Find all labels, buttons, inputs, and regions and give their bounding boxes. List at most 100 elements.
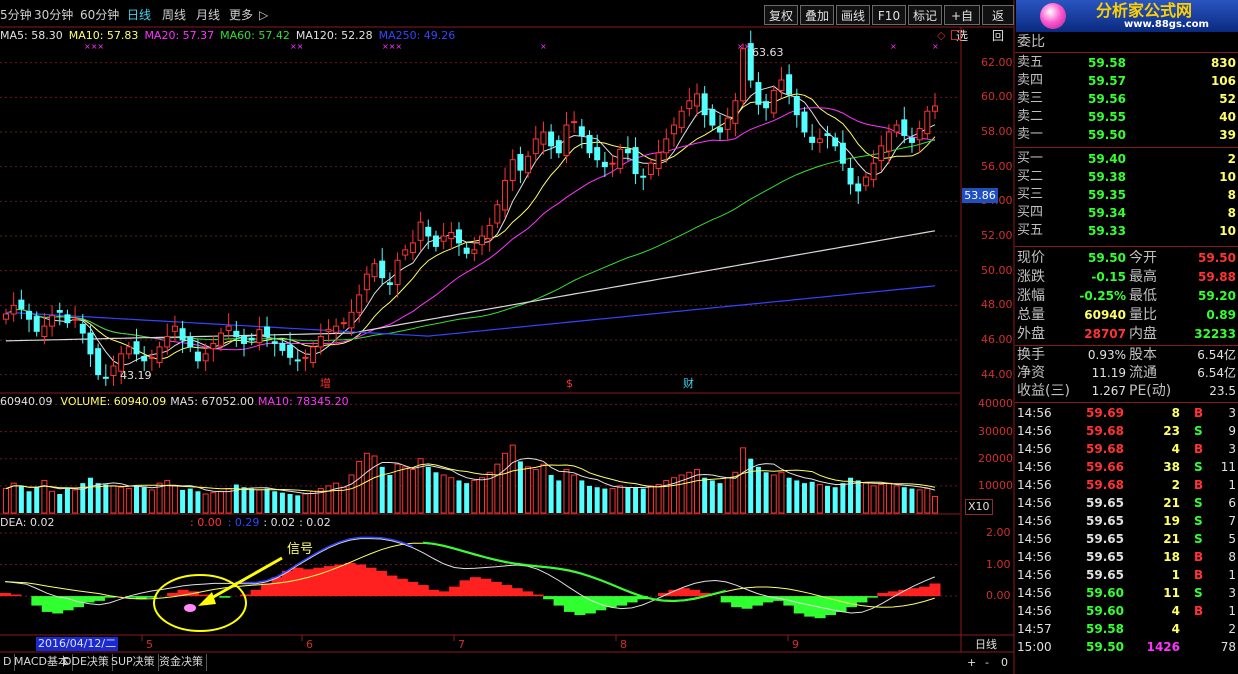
cursor-date: 2016/04/12/二 xyxy=(36,637,119,651)
volume-bar xyxy=(264,488,270,513)
period-daily[interactable]: 日线 xyxy=(127,6,151,24)
candle-body xyxy=(632,147,639,175)
quote-value: 59.50 xyxy=(1198,251,1236,265)
event-label-increase[interactable]: 增 xyxy=(320,377,331,391)
tick-count: 2 xyxy=(1228,622,1236,636)
f10-button[interactable]: F10 xyxy=(872,5,906,25)
macd-bar xyxy=(376,570,387,597)
order-volume: 830 xyxy=(1210,56,1236,70)
ask-row[interactable]: 卖五 59.58 830 xyxy=(1016,54,1238,72)
period-60min[interactable]: 60分钟 xyxy=(80,6,119,24)
restore-rights-button[interactable]: 复权 xyxy=(764,5,798,25)
candle-body xyxy=(855,183,862,192)
volume-bar xyxy=(295,495,301,513)
add-watchlist-button[interactable]: +自选 xyxy=(944,5,980,43)
volume-bar xyxy=(809,481,815,513)
volume-bar xyxy=(494,463,501,514)
more-arrow-icon[interactable]: ▷ xyxy=(259,6,268,24)
volume-bar xyxy=(18,485,24,513)
bid-row[interactable]: 买五 59.33 10 xyxy=(1016,222,1238,240)
period-more[interactable]: 更多 xyxy=(229,6,253,24)
candle-body xyxy=(41,325,48,338)
draw-line-button[interactable]: 画线 xyxy=(836,5,870,25)
volume-bar xyxy=(717,483,723,513)
bid-row[interactable]: 买四 59.34 8 xyxy=(1016,204,1238,222)
order-volume: 8 xyxy=(1227,188,1236,202)
macd-bar xyxy=(501,585,513,597)
ask-row[interactable]: 卖四 59.57 106 xyxy=(1016,72,1238,90)
quote-value: -0.15 xyxy=(1091,270,1126,284)
event-label-dividend[interactable]: $ xyxy=(566,377,573,391)
macd-bar xyxy=(908,588,920,597)
macd-tick-label: 0.00 xyxy=(986,589,1011,603)
bid-row[interactable]: 买三 59.35 8 xyxy=(1016,186,1238,204)
candle-body xyxy=(609,162,616,165)
volume-bar xyxy=(340,486,347,514)
bid-row[interactable]: 买二 59.38 10 xyxy=(1016,168,1238,186)
back-button[interactable]: 返回 xyxy=(982,5,1014,43)
candle-body xyxy=(409,242,416,253)
volume-bar xyxy=(310,490,317,514)
volume-bar xyxy=(571,474,578,514)
candle-body xyxy=(786,74,793,95)
tick-row: 14:57 59.58 4 2 xyxy=(1016,620,1238,638)
tick-row: 14:56 59.68 4 B 3 xyxy=(1016,440,1238,458)
reset-zoom-button[interactable]: 0 xyxy=(1001,656,1008,670)
volume-bar xyxy=(647,485,654,514)
mark-button[interactable]: 标记 xyxy=(908,5,942,25)
price-tick-label: 50.00 xyxy=(981,263,1013,277)
candle-body xyxy=(809,136,816,143)
period-monthly[interactable]: 月线 xyxy=(196,6,220,24)
tick-row: 14:56 59.60 11 S 3 xyxy=(1016,584,1238,602)
period-weekly[interactable]: 周线 xyxy=(162,6,186,24)
candle-body xyxy=(233,330,240,338)
tab-fund-decision[interactable]: 资金决策 xyxy=(156,654,207,671)
volume-bar xyxy=(862,482,869,514)
tick-count: 7 xyxy=(1228,514,1236,528)
candle-body xyxy=(49,315,56,327)
volume-bar xyxy=(156,482,163,514)
price-tick-label: 56.00 xyxy=(981,159,1013,173)
overlay-button[interactable]: 叠加 xyxy=(800,5,834,25)
bid-row[interactable]: 买一 59.40 2 xyxy=(1016,150,1238,168)
macd-bar xyxy=(689,589,701,597)
ma5-legend: MA5: 58.30 xyxy=(0,29,63,42)
tick-time: 14:56 xyxy=(1017,478,1052,492)
tick-time: 14:56 xyxy=(1017,442,1052,456)
tick-count: 3 xyxy=(1228,586,1236,600)
tab-sup-decision[interactable]: SUP决策 xyxy=(108,654,159,671)
zoom-out-button[interactable]: - xyxy=(985,656,989,670)
order-level-label: 买一 xyxy=(1017,151,1044,166)
macd-bar xyxy=(271,577,283,597)
ma120-legend: MA120: 52.28 xyxy=(295,29,373,42)
tick-time: 15:00 xyxy=(1017,640,1052,654)
period-30min[interactable]: 30分钟 xyxy=(34,6,73,24)
month-label: 7 xyxy=(458,638,465,651)
macd-bar xyxy=(553,596,565,606)
volume-bar xyxy=(379,466,385,513)
macd-bar xyxy=(543,596,555,600)
macd-bar xyxy=(564,596,575,612)
ask-row[interactable]: 卖二 59.55 40 xyxy=(1016,108,1238,126)
tab-dde-decision[interactable]: DDE决策 xyxy=(60,654,113,671)
order-volume: 8 xyxy=(1227,206,1236,220)
candle-body xyxy=(333,325,340,333)
quote-value: 0.89 xyxy=(1206,308,1236,322)
period-5min[interactable]: 5分钟 xyxy=(0,6,32,24)
ask-row[interactable]: 卖一 59.50 39 xyxy=(1016,126,1238,144)
volume-tick-label: 30000 xyxy=(978,424,1013,438)
candle-body xyxy=(18,299,25,310)
event-label-finance[interactable]: 财 xyxy=(683,377,694,391)
order-price: 59.33 xyxy=(1088,224,1126,238)
volume-bar xyxy=(740,447,747,514)
price-tick-label: 48.00 xyxy=(981,298,1013,312)
volume-bar xyxy=(187,488,193,513)
tick-price: 59.50 xyxy=(1086,640,1124,654)
macd-bar xyxy=(449,586,461,597)
ask-row[interactable]: 卖三 59.56 52 xyxy=(1016,90,1238,108)
diamond-icon[interactable]: ◇ xyxy=(937,30,945,41)
candle-body xyxy=(133,341,140,355)
volume-bar xyxy=(763,472,769,513)
zoom-in-button[interactable]: + xyxy=(967,656,976,670)
expand-chart-icon[interactable] xyxy=(951,30,961,40)
